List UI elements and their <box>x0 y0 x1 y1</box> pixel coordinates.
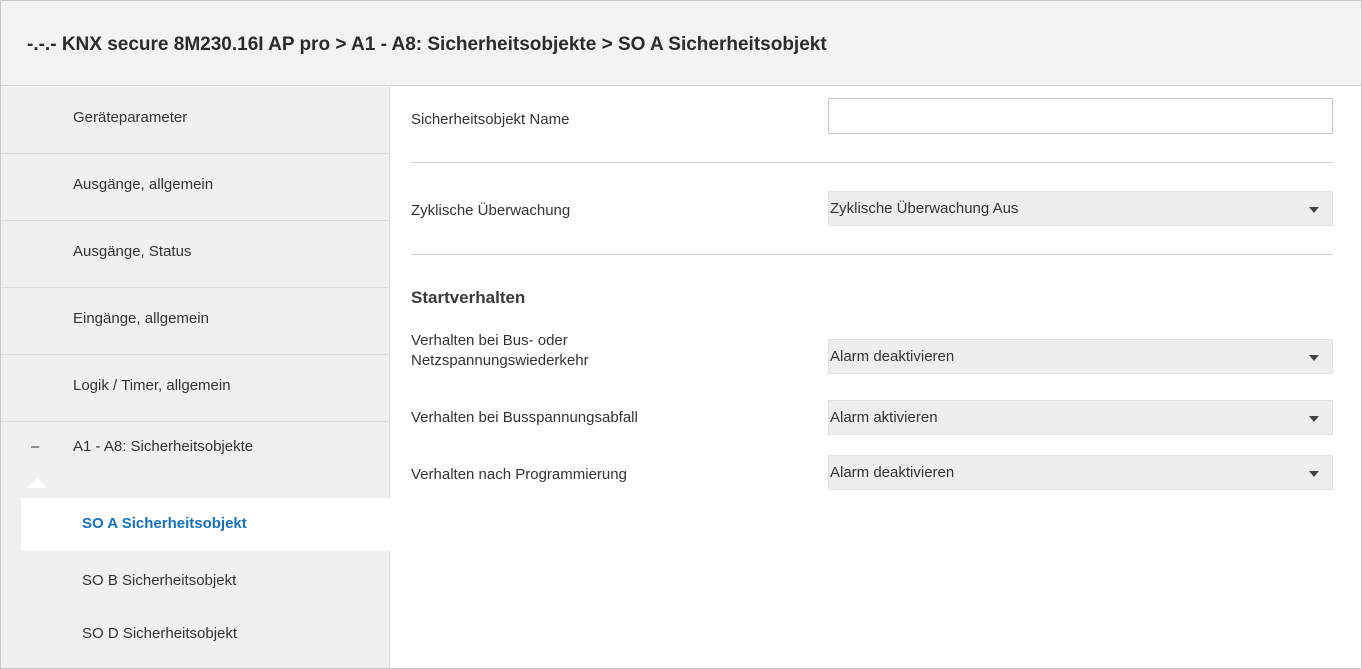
bus-return-select[interactable]: Alarm deaktivieren <box>828 339 1333 374</box>
after-prog-label: Verhalten nach Programmierung <box>411 466 627 483</box>
sidebar-item-logik-timer[interactable]: Logik / Timer, allgemein <box>1 355 389 422</box>
chevron-down-icon <box>1309 471 1319 477</box>
monitoring-label: Zyklische Überwachung <box>411 202 571 219</box>
sidebar-subitem-label: SO B Sicherheitsobjekt <box>82 572 237 589</box>
divider <box>411 254 1333 255</box>
parameter-panel: Sicherheitsobjekt Name Zyklische Überwac… <box>391 87 1361 668</box>
sidebar-item-sicherheitsobjekte[interactable]: – A1 - A8: Sicherheitsobjekte <box>1 416 389 486</box>
section-title: Startverhalten <box>411 288 526 307</box>
divider <box>411 162 1333 163</box>
sidebar-subitem-label: SO D Sicherheitsobjekt <box>82 625 238 642</box>
sidebar-subitem-so-b[interactable]: SO B Sicherheitsobjekt <box>1 555 389 608</box>
sidebar-item-ausgaenge-allgemein[interactable]: Ausgänge, allgemein <box>1 154 389 221</box>
after-prog-select-value: Alarm deaktivieren <box>830 464 955 481</box>
name-label: Sicherheitsobjekt Name <box>411 111 570 128</box>
title-bar: -.-.- KNX secure 8M230.16I AP pro > A1 -… <box>1 1 1361 86</box>
chevron-down-icon <box>1309 416 1319 422</box>
sidebar-item-label: A1 - A8: Sicherheitsobjekte <box>73 438 254 455</box>
collapse-icon[interactable]: – <box>31 438 39 455</box>
chevron-down-icon <box>1309 207 1319 213</box>
monitoring-select-value: Zyklische Überwachung Aus <box>830 200 1019 217</box>
monitoring-select[interactable]: Zyklische Überwachung Aus <box>828 191 1333 226</box>
sidebar-item-label: Eingänge, allgemein <box>73 310 209 327</box>
parameter-window: -.-.- KNX secure 8M230.16I AP pro > A1 -… <box>0 0 1362 669</box>
name-input[interactable] <box>828 98 1333 134</box>
bus-drop-label: Verhalten bei Busspannungsabfall <box>411 409 638 426</box>
bus-return-label-line1: Verhalten bei Bus- oder <box>411 332 568 349</box>
selection-pointer-icon <box>27 478 47 488</box>
bus-return-label-line2: Netzspannungswiederkehr <box>411 352 589 369</box>
sidebar-item-geraeteparameter[interactable]: Geräteparameter <box>1 87 389 154</box>
bus-drop-select[interactable]: Alarm aktivieren <box>828 400 1333 435</box>
chevron-down-icon <box>1309 355 1319 361</box>
breadcrumb-title: -.-.- KNX secure 8M230.16I AP pro > A1 -… <box>27 34 827 55</box>
sidebar-item-eingaenge-allgemein[interactable]: Eingänge, allgemein <box>1 288 389 355</box>
bus-return-select-value: Alarm deaktivieren <box>830 348 955 365</box>
sidebar-subitem-so-a[interactable]: SO A Sicherheitsobjekt <box>21 498 390 551</box>
sidebar-subitem-label: SO A Sicherheitsobjekt <box>82 515 247 532</box>
sidebar-subitem-so-d[interactable]: SO D Sicherheitsobjekt <box>1 608 389 661</box>
sidebar-item-label: Ausgänge, allgemein <box>73 176 214 193</box>
after-prog-select[interactable]: Alarm deaktivieren <box>828 455 1333 490</box>
bus-drop-select-value: Alarm aktivieren <box>830 409 938 426</box>
sidebar-item-label: Geräteparameter <box>73 109 188 126</box>
sidebar: Geräteparameter Ausgänge, allgemein Ausg… <box>1 87 390 668</box>
sidebar-item-ausgaenge-status[interactable]: Ausgänge, Status <box>1 221 389 288</box>
sidebar-item-label: Logik / Timer, allgemein <box>73 377 231 394</box>
sidebar-item-label: Ausgänge, Status <box>73 243 192 260</box>
